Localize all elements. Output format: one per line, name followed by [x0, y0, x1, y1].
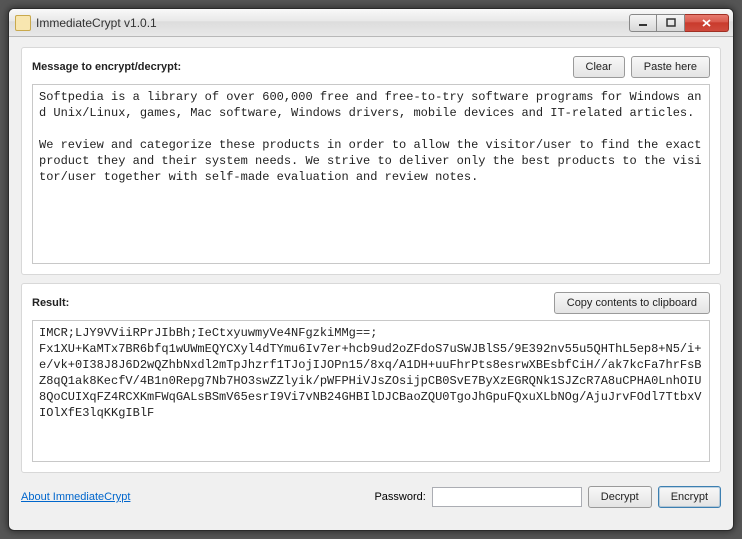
maximize-button[interactable]	[657, 14, 685, 32]
encrypt-button[interactable]: Encrypt	[658, 486, 721, 508]
titlebar[interactable]: ImmediateCrypt v1.0.1	[9, 9, 733, 37]
message-header: Message to encrypt/decrypt: Clear Paste …	[32, 56, 710, 78]
footer-row: About ImmediateCrypt Password: Decrypt E…	[21, 485, 721, 509]
close-icon	[701, 18, 712, 28]
password-label: Password:	[374, 491, 425, 503]
maximize-icon	[666, 18, 676, 28]
decrypt-button[interactable]: Decrypt	[588, 486, 652, 508]
clear-button[interactable]: Clear	[573, 56, 625, 78]
app-window: ImmediateCrypt v1.0.1 Message to encrypt…	[8, 8, 734, 531]
result-label: Result:	[32, 297, 548, 309]
minimize-icon	[638, 18, 648, 28]
message-textarea[interactable]	[32, 84, 710, 264]
window-title: ImmediateCrypt v1.0.1	[36, 16, 629, 30]
minimize-button[interactable]	[629, 14, 657, 32]
result-textarea[interactable]	[32, 320, 710, 462]
paste-here-button[interactable]: Paste here	[631, 56, 710, 78]
password-input[interactable]	[432, 487, 582, 507]
window-controls	[629, 14, 729, 32]
result-header: Result: Copy contents to clipboard	[32, 292, 710, 314]
app-icon	[15, 15, 31, 31]
about-link[interactable]: About ImmediateCrypt	[21, 491, 130, 503]
message-group: Message to encrypt/decrypt: Clear Paste …	[21, 47, 721, 275]
result-group: Result: Copy contents to clipboard	[21, 283, 721, 473]
message-label: Message to encrypt/decrypt:	[32, 61, 567, 73]
copy-clipboard-button[interactable]: Copy contents to clipboard	[554, 292, 710, 314]
close-button[interactable]	[685, 14, 729, 32]
client-area: Message to encrypt/decrypt: Clear Paste …	[9, 37, 733, 530]
